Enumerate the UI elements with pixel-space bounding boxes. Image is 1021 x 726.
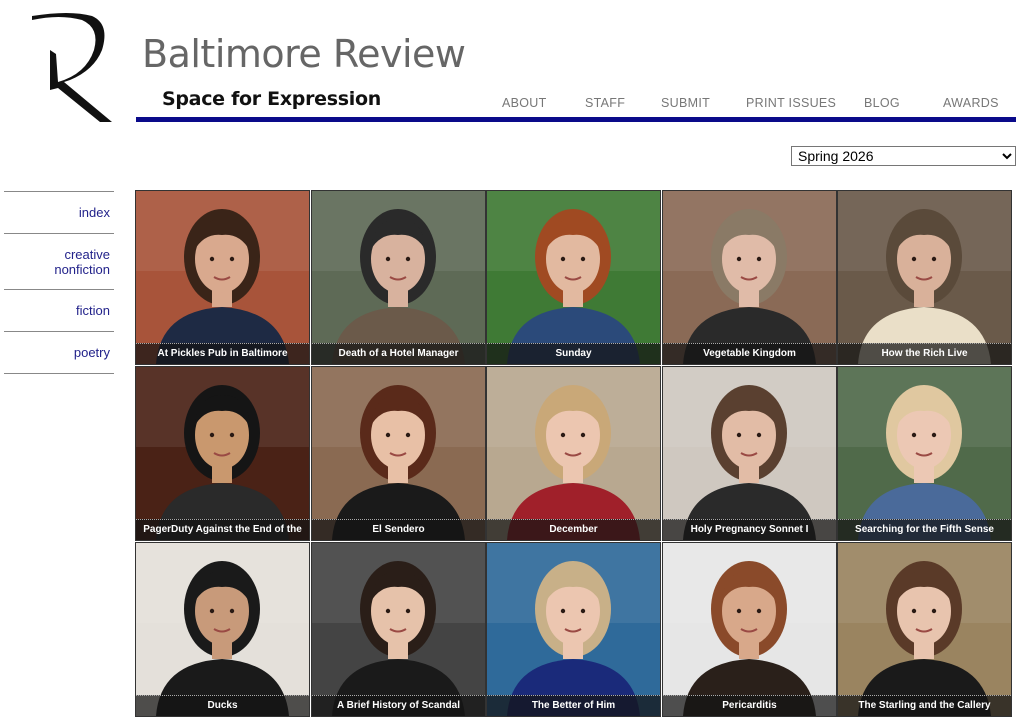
site-tagline: Space for Expression <box>162 88 381 110</box>
contributor-photo[interactable] <box>487 543 660 716</box>
tile-caption[interactable]: El Sendero <box>312 519 485 540</box>
sidebar-item-label[interactable]: poetry <box>4 332 110 360</box>
contributor-photo[interactable] <box>838 367 1011 540</box>
contributor-tile[interactable]: Pericarditis <box>662 542 837 717</box>
nav-submit-link[interactable]: SUBMIT <box>661 96 710 110</box>
contributor-photo[interactable] <box>312 191 485 364</box>
nav-blog-link[interactable]: BLOG <box>864 96 900 110</box>
sidebar-item-creative-nonfiction[interactable]: creative nonfiction <box>4 233 114 289</box>
contributor-photo[interactable] <box>136 191 309 364</box>
tile-caption[interactable]: PagerDuty Against the End of the <box>136 519 309 540</box>
contributor-photo[interactable] <box>312 543 485 716</box>
contributor-tile[interactable]: A Brief History of Scandal <box>311 542 486 717</box>
contributor-photo[interactable] <box>136 543 309 716</box>
contributor-tile[interactable]: Vegetable Kingdom <box>662 190 837 365</box>
tile-caption[interactable]: A Brief History of Scandal <box>312 695 485 716</box>
tile-caption[interactable]: Holy Pregnancy Sonnet I <box>663 519 836 540</box>
contributor-tile[interactable]: The Starling and the Callery <box>837 542 1012 717</box>
sidebar-item-poetry[interactable]: poetry <box>4 331 114 374</box>
sidebar-item-fiction[interactable]: fiction <box>4 289 114 331</box>
contributor-photo[interactable] <box>663 543 836 716</box>
contributor-photo[interactable] <box>663 367 836 540</box>
tile-caption[interactable]: Pericarditis <box>663 695 836 716</box>
nav-staff-link[interactable]: STAFF <box>585 96 625 110</box>
issue-select[interactable]: Spring 2026 <box>791 146 1016 166</box>
top-nav: ABOUT STAFF SUBMIT PRINT ISSUES BLOG AWA… <box>490 96 1010 112</box>
contributor-tile[interactable]: At Pickles Pub in Baltimore <box>135 190 310 365</box>
contributor-photo[interactable] <box>487 191 660 364</box>
sidebar-item-index[interactable]: index <box>4 191 114 233</box>
contributor-photo[interactable] <box>136 367 309 540</box>
contributor-tile[interactable]: How the Rich Live <box>837 190 1012 365</box>
tile-caption[interactable]: At Pickles Pub in Baltimore <box>136 343 309 364</box>
sidebar-item-label[interactable]: creative nonfiction <box>4 234 110 277</box>
site-title[interactable]: Baltimore Review <box>142 32 466 76</box>
sidebar-item-label[interactable]: index <box>4 192 110 220</box>
tile-caption[interactable]: The Starling and the Callery <box>838 695 1011 716</box>
contributor-tile[interactable]: December <box>486 366 661 541</box>
tile-caption[interactable]: December <box>487 519 660 540</box>
nav-awards-link[interactable]: AWARDS <box>943 96 999 110</box>
tile-caption[interactable]: Vegetable Kingdom <box>663 343 836 364</box>
contributor-photo[interactable] <box>663 191 836 364</box>
contributor-tile[interactable]: Sunday <box>486 190 661 365</box>
contributor-tile[interactable]: El Sendero <box>311 366 486 541</box>
header-divider <box>136 117 1016 122</box>
tile-caption[interactable]: How the Rich Live <box>838 343 1011 364</box>
contributor-tile[interactable]: PagerDuty Against the End of the <box>135 366 310 541</box>
contributor-photo[interactable] <box>838 543 1011 716</box>
sidebar-item-label[interactable]: fiction <box>4 290 110 318</box>
tile-caption[interactable]: Searching for the Fifth Sense <box>838 519 1011 540</box>
contributor-tile[interactable]: The Better of Him <box>486 542 661 717</box>
nav-print-issues-link[interactable]: PRINT ISSUES <box>746 96 836 110</box>
serif-r-logo-icon[interactable] <box>30 10 120 125</box>
contributor-tile[interactable]: Death of a Hotel Manager <box>311 190 486 365</box>
contributor-tile[interactable]: Searching for the Fifth Sense <box>837 366 1012 541</box>
nav-about-link[interactable]: ABOUT <box>502 96 547 110</box>
sidebar-nav: index creative nonfiction fiction poetry <box>4 191 114 374</box>
tile-caption[interactable]: Ducks <box>136 695 309 716</box>
contributor-photo[interactable] <box>838 191 1011 364</box>
tile-caption[interactable]: The Better of Him <box>487 695 660 716</box>
contributor-photo[interactable] <box>487 367 660 540</box>
contributor-photo[interactable] <box>312 367 485 540</box>
tile-caption[interactable]: Death of a Hotel Manager <box>312 343 485 364</box>
tile-caption[interactable]: Sunday <box>487 343 660 364</box>
contributor-tile[interactable]: Holy Pregnancy Sonnet I <box>662 366 837 541</box>
contributor-tile[interactable]: Ducks <box>135 542 310 717</box>
